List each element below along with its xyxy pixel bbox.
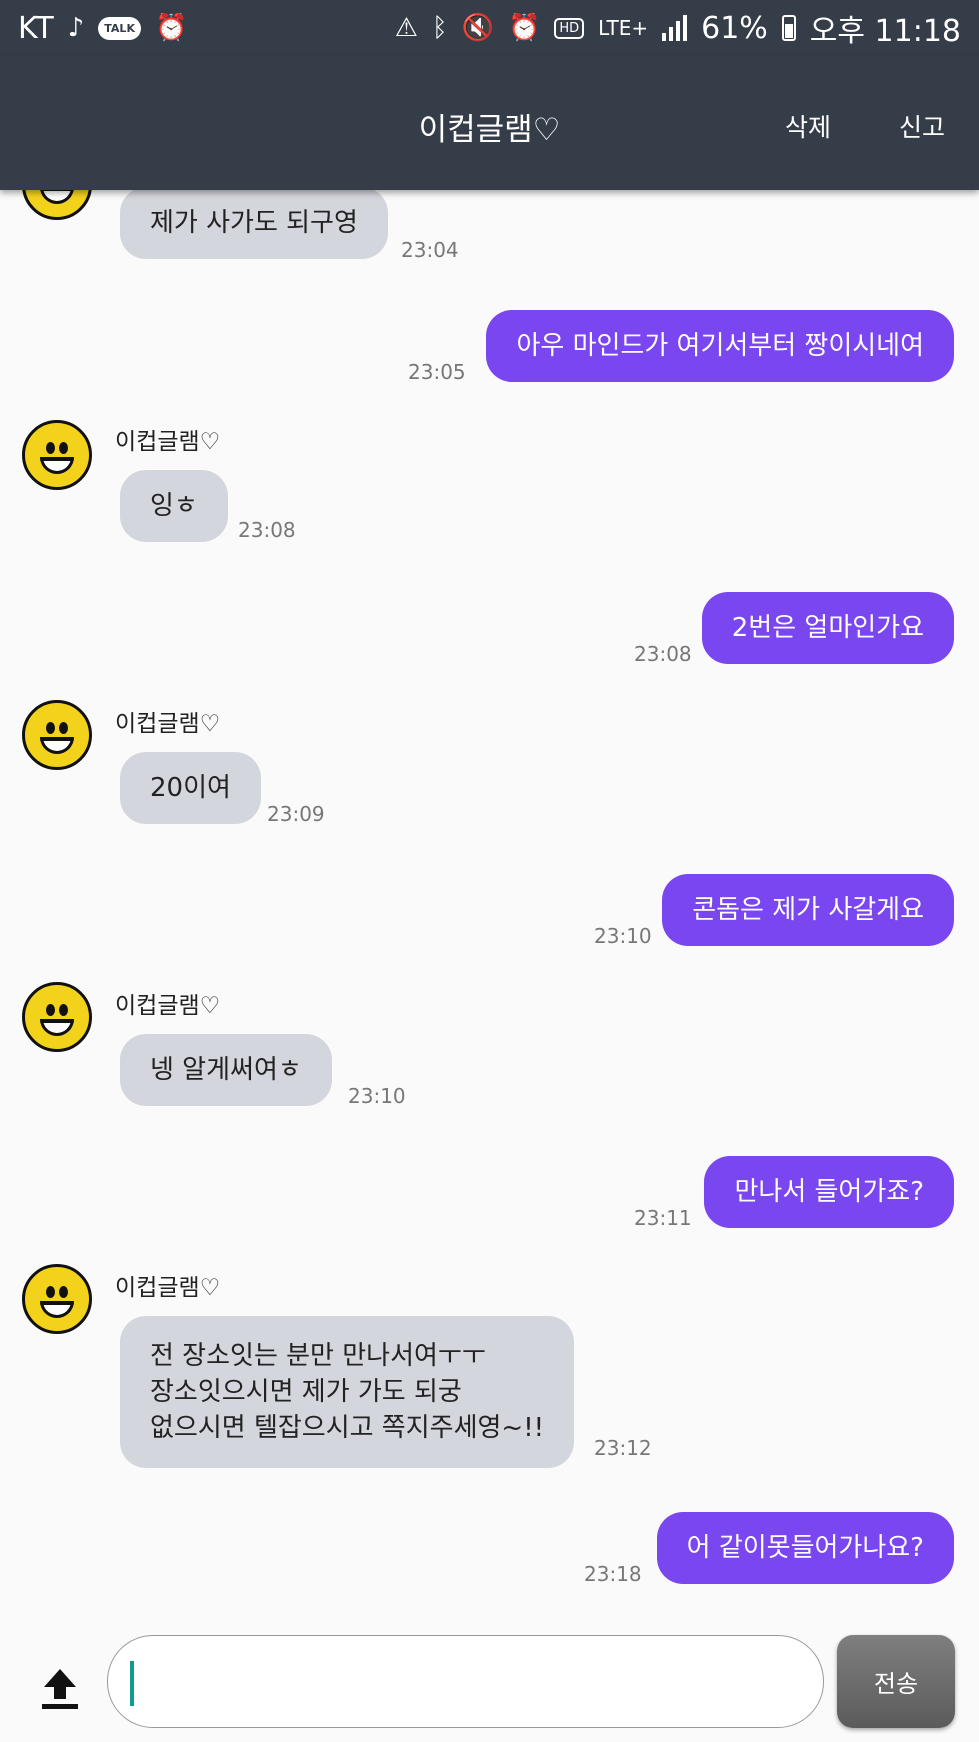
- message-time: 23:05: [408, 360, 466, 384]
- message-time: 23:10: [348, 1084, 406, 1108]
- incoming-message: 20이여: [120, 752, 261, 824]
- signal-icon: [662, 15, 688, 41]
- message-composer: 전송: [0, 1620, 979, 1742]
- incoming-message: 넹 알게써여ㅎ: [120, 1034, 332, 1106]
- message-time: 23:09: [267, 802, 325, 826]
- kakaotalk-icon: TALK: [98, 16, 141, 40]
- message-time: 23:11: [634, 1206, 692, 1230]
- message-time: 23:08: [238, 518, 296, 542]
- clock: 오후 11:18: [809, 14, 961, 49]
- incoming-message: 전 장소잇는 분만 만나서여ㅜㅜ 장소잇으시면 제가 가도 되궁 없으시면 텔잡…: [120, 1316, 575, 1468]
- outgoing-message: 2번은 얼마인가요: [701, 592, 954, 664]
- nfc-icon: ⚠: [394, 13, 418, 43]
- battery-icon: [781, 15, 796, 41]
- avatar[interactable]: [22, 420, 92, 490]
- carrier-label: KT: [18, 10, 54, 46]
- message-time: 23:10: [594, 924, 652, 948]
- message-list[interactable]: 제가 사가도 되구영 23:04 아우 마인드가 여기서부터 짱이시네여 23:…: [0, 190, 979, 1620]
- outgoing-message: 만나서 들어가죠?: [704, 1156, 954, 1228]
- hd-voice-icon: HD: [554, 17, 585, 39]
- text-cursor: [130, 1661, 134, 1706]
- chat-header: 이컵글램♡ 삭제 신고: [0, 56, 979, 190]
- avatar[interactable]: [22, 700, 92, 770]
- music-note-icon: ♪: [67, 13, 85, 43]
- bluetooth-icon: ᛒ: [431, 13, 448, 43]
- sender-name: 이컵글램♡: [115, 993, 221, 1019]
- battery-percent: 61%: [701, 10, 768, 46]
- upload-icon[interactable]: [36, 1665, 84, 1713]
- message-time: 23:18: [584, 1562, 642, 1586]
- outgoing-message: 아우 마인드가 여기서부터 짱이시네여: [486, 310, 954, 382]
- message-input[interactable]: [107, 1635, 824, 1728]
- status-bar: KT ♪ TALK ⏰ ⚠ ᛒ 🔇 ⏰ HD LTE+ 61% 오후 11:18: [0, 0, 979, 56]
- incoming-message: 제가 사가도 되구영: [120, 190, 388, 259]
- delete-button[interactable]: 삭제: [785, 108, 831, 144]
- avatar[interactable]: [22, 982, 92, 1052]
- send-button[interactable]: 전송: [837, 1635, 955, 1728]
- mute-icon: 🔇: [461, 13, 494, 43]
- message-time: 23:12: [594, 1436, 652, 1460]
- sender-name: 이컵글램♡: [115, 711, 221, 737]
- message-time: 23:04: [401, 238, 459, 262]
- message-time: 23:08: [634, 642, 692, 666]
- avatar[interactable]: [22, 190, 92, 220]
- chat-title: 이컵글램♡: [418, 112, 561, 148]
- outgoing-message: 콘돔은 제가 사갈게요: [662, 874, 954, 946]
- alarm-icon: ⏰: [154, 13, 188, 43]
- sender-name: 이컵글램♡: [115, 429, 221, 455]
- sender-name: 이컵글램♡: [115, 1275, 221, 1301]
- report-button[interactable]: 신고: [899, 108, 945, 144]
- avatar[interactable]: [22, 1264, 92, 1334]
- outgoing-message: 어 같이못들어가나요?: [656, 1512, 954, 1584]
- incoming-message: 잉ㅎ: [120, 470, 228, 542]
- alarm-icon: ⏰: [507, 13, 541, 43]
- network-type: LTE+: [598, 16, 649, 40]
